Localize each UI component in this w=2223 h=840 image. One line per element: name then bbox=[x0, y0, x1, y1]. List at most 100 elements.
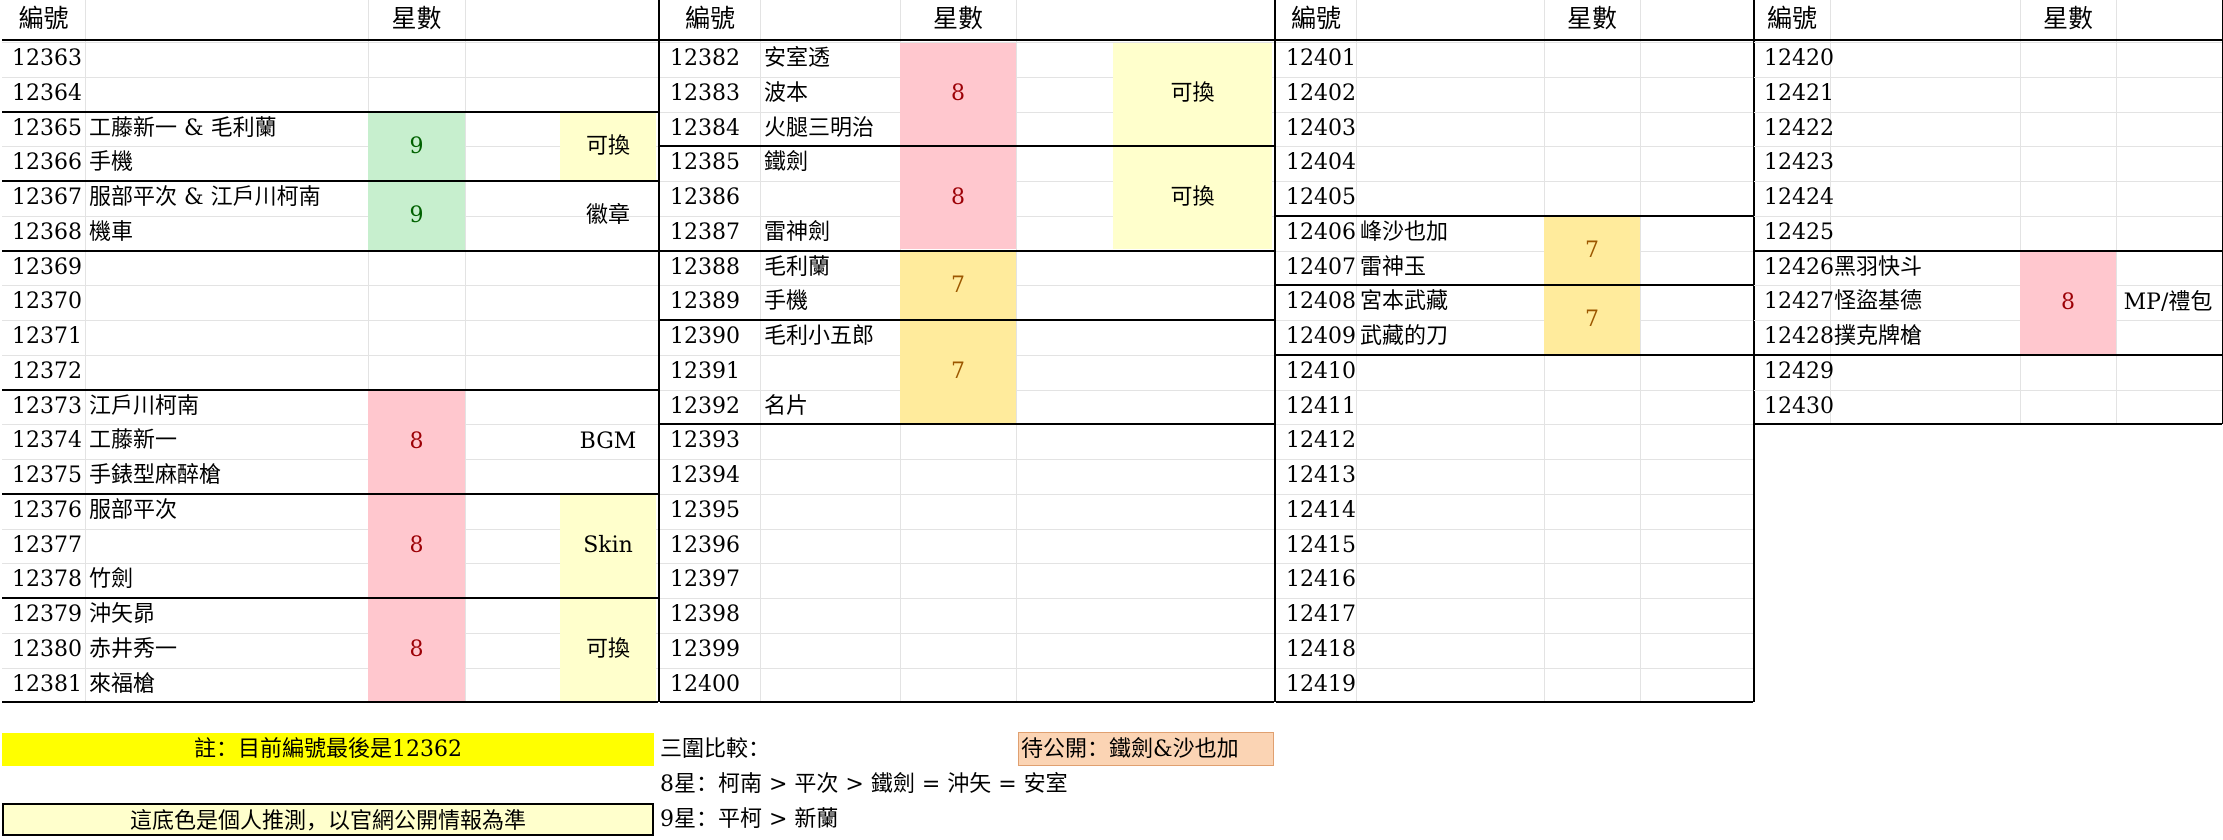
item-id[interactable]: 12391 bbox=[660, 355, 760, 390]
item-name[interactable] bbox=[1830, 390, 2020, 425]
item-name[interactable] bbox=[760, 529, 900, 564]
header-stars[interactable]: 星數 bbox=[1544, 0, 1640, 40]
note-current-last-id[interactable]: 註：目前編號最後是12362 bbox=[2, 733, 654, 766]
item-id[interactable]: 12366 bbox=[2, 146, 85, 181]
item-id[interactable]: 12424 bbox=[1754, 181, 1834, 216]
item-name[interactable] bbox=[1356, 42, 1544, 77]
item-id[interactable]: 12373 bbox=[2, 390, 85, 425]
item-id[interactable]: 12410 bbox=[1276, 355, 1356, 390]
item-name[interactable]: 鐵劍 bbox=[760, 146, 900, 181]
star-rating[interactable]: 7 bbox=[1544, 286, 1640, 354]
item-name[interactable]: 沖矢昴 bbox=[85, 598, 368, 633]
item-name[interactable]: 武藏的刀 bbox=[1356, 320, 1544, 355]
item-name[interactable]: 服部平次 & 江戶川柯南 bbox=[85, 181, 368, 216]
star-rating[interactable]: 8 bbox=[368, 599, 465, 701]
item-name[interactable] bbox=[85, 42, 368, 77]
star-rating[interactable]: 9 bbox=[368, 182, 465, 250]
item-id[interactable]: 12406 bbox=[1276, 216, 1356, 251]
item-name[interactable]: 雷神劍 bbox=[760, 216, 900, 251]
item-name[interactable]: 怪盜基德 bbox=[1830, 285, 2020, 320]
item-id[interactable]: 12427 bbox=[1754, 285, 1834, 320]
item-name[interactable] bbox=[760, 459, 900, 494]
item-id[interactable]: 12426 bbox=[1754, 251, 1834, 286]
item-note[interactable]: 可換 bbox=[560, 599, 656, 701]
item-name[interactable] bbox=[85, 320, 368, 355]
item-name[interactable] bbox=[1356, 424, 1544, 459]
star-rating[interactable]: 7 bbox=[900, 321, 1016, 423]
item-name[interactable] bbox=[1356, 563, 1544, 598]
item-note[interactable]: MP/禮包 bbox=[2116, 252, 2220, 354]
item-id[interactable]: 12375 bbox=[2, 459, 85, 494]
item-name[interactable] bbox=[760, 668, 900, 703]
item-id[interactable]: 12389 bbox=[660, 285, 760, 320]
item-id[interactable]: 12396 bbox=[660, 529, 760, 564]
item-id[interactable]: 12399 bbox=[660, 633, 760, 668]
item-id[interactable]: 12414 bbox=[1276, 494, 1356, 529]
item-name[interactable] bbox=[760, 494, 900, 529]
item-id[interactable]: 12420 bbox=[1754, 42, 1834, 77]
item-id[interactable]: 12378 bbox=[2, 563, 85, 598]
item-name[interactable]: 江戶川柯南 bbox=[85, 390, 368, 425]
item-name[interactable]: 服部平次 bbox=[85, 494, 368, 529]
item-id[interactable]: 12430 bbox=[1754, 390, 1834, 425]
item-name[interactable] bbox=[760, 633, 900, 668]
item-name[interactable] bbox=[760, 598, 900, 633]
item-name[interactable] bbox=[1830, 146, 2020, 181]
item-name[interactable]: 黑羽快斗 bbox=[1830, 251, 2020, 286]
item-id[interactable]: 12404 bbox=[1276, 146, 1356, 181]
item-name[interactable] bbox=[1356, 529, 1544, 564]
item-id[interactable]: 12380 bbox=[2, 633, 85, 668]
star-rating[interactable]: 8 bbox=[900, 147, 1016, 249]
item-id[interactable]: 12370 bbox=[2, 285, 85, 320]
item-id[interactable]: 12418 bbox=[1276, 633, 1356, 668]
item-name[interactable] bbox=[760, 355, 900, 390]
item-name[interactable]: 毛利蘭 bbox=[760, 251, 900, 286]
item-name[interactable] bbox=[1830, 181, 2020, 216]
item-id[interactable]: 12385 bbox=[660, 146, 760, 181]
item-id[interactable]: 12394 bbox=[660, 459, 760, 494]
star-rating[interactable]: 7 bbox=[1544, 217, 1640, 285]
compare-8-stars[interactable]: 8星：柯南 > 平次 > 鐵劍 = 沖矢 = 安室 bbox=[660, 768, 1068, 801]
item-name[interactable]: 來福槍 bbox=[85, 668, 368, 703]
header-id[interactable]: 編號 bbox=[660, 0, 760, 40]
item-id[interactable]: 12419 bbox=[1276, 668, 1356, 703]
compare-title[interactable]: 三圍比較： bbox=[660, 733, 770, 766]
item-id[interactable]: 12400 bbox=[660, 668, 760, 703]
item-name[interactable] bbox=[1356, 181, 1544, 216]
item-name[interactable] bbox=[1356, 355, 1544, 390]
star-rating[interactable]: 8 bbox=[368, 495, 465, 597]
item-name[interactable]: 波本 bbox=[760, 77, 900, 112]
item-name[interactable] bbox=[1830, 42, 2020, 77]
item-id[interactable]: 12398 bbox=[660, 598, 760, 633]
item-id[interactable]: 12401 bbox=[1276, 42, 1356, 77]
item-id[interactable]: 12415 bbox=[1276, 529, 1356, 564]
item-note[interactable]: 可換 bbox=[1113, 147, 1272, 249]
item-name[interactable]: 手機 bbox=[760, 285, 900, 320]
item-name[interactable] bbox=[85, 355, 368, 390]
item-note[interactable]: Skin bbox=[560, 495, 656, 597]
item-id[interactable]: 12408 bbox=[1276, 285, 1356, 320]
item-id[interactable]: 12374 bbox=[2, 424, 85, 459]
compare-9-stars[interactable]: 9星：平柯 > 新蘭 bbox=[660, 803, 838, 836]
item-id[interactable]: 12392 bbox=[660, 390, 760, 425]
item-id[interactable]: 12395 bbox=[660, 494, 760, 529]
item-name[interactable] bbox=[1356, 146, 1544, 181]
item-id[interactable]: 12423 bbox=[1754, 146, 1834, 181]
item-name[interactable]: 火腿三明治 bbox=[760, 112, 900, 147]
item-name[interactable]: 峰沙也加 bbox=[1356, 216, 1544, 251]
header-id[interactable]: 編號 bbox=[2, 0, 85, 40]
item-name[interactable]: 工藤新一 bbox=[85, 424, 368, 459]
star-rating[interactable]: 7 bbox=[900, 252, 1016, 320]
header-stars[interactable]: 星數 bbox=[368, 0, 465, 40]
star-rating[interactable]: 8 bbox=[368, 391, 465, 493]
item-note[interactable]: 可換 bbox=[1113, 43, 1272, 145]
item-id[interactable]: 12363 bbox=[2, 42, 85, 77]
item-name[interactable] bbox=[760, 424, 900, 459]
item-name[interactable]: 工藤新一 & 毛利蘭 bbox=[85, 112, 368, 147]
item-name[interactable]: 雷神玉 bbox=[1356, 251, 1544, 286]
item-name[interactable]: 手機 bbox=[85, 146, 368, 181]
item-id[interactable]: 12365 bbox=[2, 112, 85, 147]
item-id[interactable]: 12405 bbox=[1276, 181, 1356, 216]
item-name[interactable]: 竹劍 bbox=[85, 563, 368, 598]
pending-note[interactable]: 待公開：鐵劍&沙也加 bbox=[1018, 732, 1274, 766]
